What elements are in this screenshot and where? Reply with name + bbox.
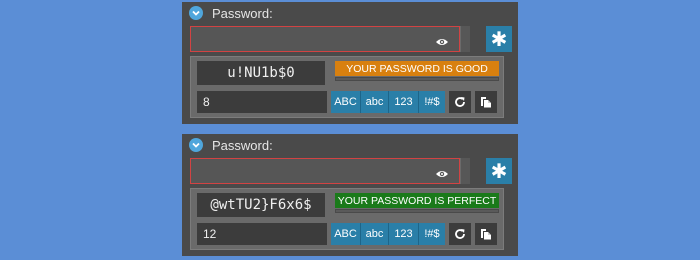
password-input[interactable] [190, 158, 460, 184]
length-input[interactable]: 8 [197, 91, 327, 113]
symbols-toggle[interactable]: !#$ [419, 91, 445, 113]
refresh-icon [455, 229, 465, 239]
charset-toggles: ABC abc 123 !#$ [331, 223, 445, 245]
length-input[interactable]: 12 [197, 223, 327, 245]
copy-button[interactable] [475, 223, 497, 245]
generate-password-button[interactable]: ✱ [486, 158, 512, 184]
lowercase-toggle[interactable]: abc [361, 91, 389, 113]
strength-bar [335, 77, 499, 81]
generator-panel: @wtTU2}F6x6$ YOUR PASSWORD IS PERFECT 12… [190, 188, 504, 250]
generated-password[interactable]: u!NU1b$0 [197, 61, 325, 85]
generate-password-button[interactable]: ✱ [486, 26, 512, 52]
regenerate-button[interactable] [449, 223, 471, 245]
strength-bar [335, 209, 499, 213]
asterisk-icon: ✱ [490, 27, 508, 51]
eye-icon[interactable] [435, 166, 449, 184]
password-input-addon [460, 26, 470, 52]
copy-icon [481, 97, 491, 108]
uppercase-toggle[interactable]: ABC [331, 223, 361, 245]
password-input[interactable] [190, 26, 460, 52]
password-widget: Password: ✱ u!NU1b$0 YOUR PASSWORD IS GO… [182, 2, 518, 124]
widget-header[interactable]: Password: [182, 2, 518, 24]
strength-label: YOUR PASSWORD IS PERFECT [335, 193, 499, 208]
eye-icon[interactable] [435, 34, 449, 52]
uppercase-toggle[interactable]: ABC [331, 91, 361, 113]
header-label: Password: [212, 137, 273, 153]
regenerate-button[interactable] [449, 91, 471, 113]
symbols-toggle[interactable]: !#$ [419, 223, 445, 245]
generated-password[interactable]: @wtTU2}F6x6$ [197, 193, 325, 217]
chevron-down-icon[interactable] [189, 6, 203, 20]
password-widget: Password: ✱ @wtTU2}F6x6$ YOUR PASSWORD I… [182, 134, 518, 256]
lowercase-toggle[interactable]: abc [361, 223, 389, 245]
asterisk-icon: ✱ [490, 159, 508, 183]
digits-toggle[interactable]: 123 [389, 91, 419, 113]
chevron-down-icon[interactable] [189, 138, 203, 152]
charset-toggles: ABC abc 123 !#$ [331, 91, 445, 113]
copy-button[interactable] [475, 91, 497, 113]
widget-header[interactable]: Password: [182, 134, 518, 156]
digits-toggle[interactable]: 123 [389, 223, 419, 245]
password-input-addon [460, 158, 470, 184]
copy-icon [481, 229, 491, 240]
refresh-icon [455, 97, 465, 107]
generator-panel: u!NU1b$0 YOUR PASSWORD IS GOOD 8 ABC abc… [190, 56, 504, 118]
strength-label: YOUR PASSWORD IS GOOD [335, 61, 499, 76]
header-label: Password: [212, 5, 273, 21]
